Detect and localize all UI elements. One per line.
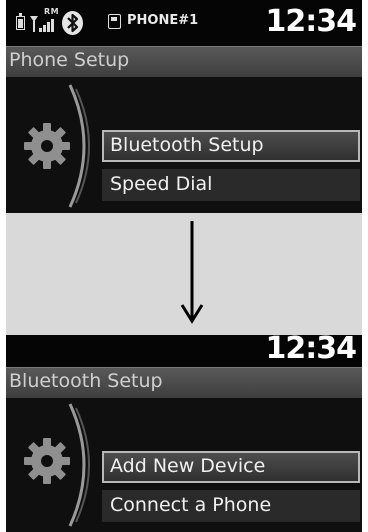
menu-area: Bluetooth Setup Speed Dial [6, 77, 362, 213]
status-bar: RM PHONE#1 12:34 [6, 0, 362, 46]
screen-title-bar-2: Bluetooth Setup [6, 367, 362, 398]
selector-arc [68, 403, 90, 527]
bluetooth-icon [62, 11, 83, 35]
device-screen: RM PHONE#1 12:34 Phone Setup Bluetooth S… [6, 0, 362, 532]
screen-title: Phone Setup [9, 49, 130, 71]
arrow-down-icon [180, 221, 204, 324]
battery-icon [16, 13, 25, 30]
clock: 12:34 [265, 331, 357, 366]
screen-title-bar: Phone Setup [6, 46, 362, 77]
connected-device-name: PHONE#1 [127, 13, 199, 28]
roaming-label: RM [44, 7, 60, 16]
menu-item-add-new-device[interactable]: Add New Device [102, 451, 360, 483]
selector-arc [68, 84, 90, 208]
menu-area-2: Add New Device Connect a Phone [6, 398, 362, 532]
menu-item-connect-a-phone[interactable]: Connect a Phone [102, 490, 360, 522]
menu-item-bluetooth-setup[interactable]: Bluetooth Setup [102, 130, 360, 162]
phone-icon [108, 14, 121, 29]
clock: 12:34 [265, 4, 357, 39]
transition-panel [6, 213, 362, 335]
screen-title: Bluetooth Setup [9, 370, 163, 392]
status-bar-2: 12:34 [6, 331, 362, 367]
menu-item-speed-dial[interactable]: Speed Dial [102, 169, 360, 201]
